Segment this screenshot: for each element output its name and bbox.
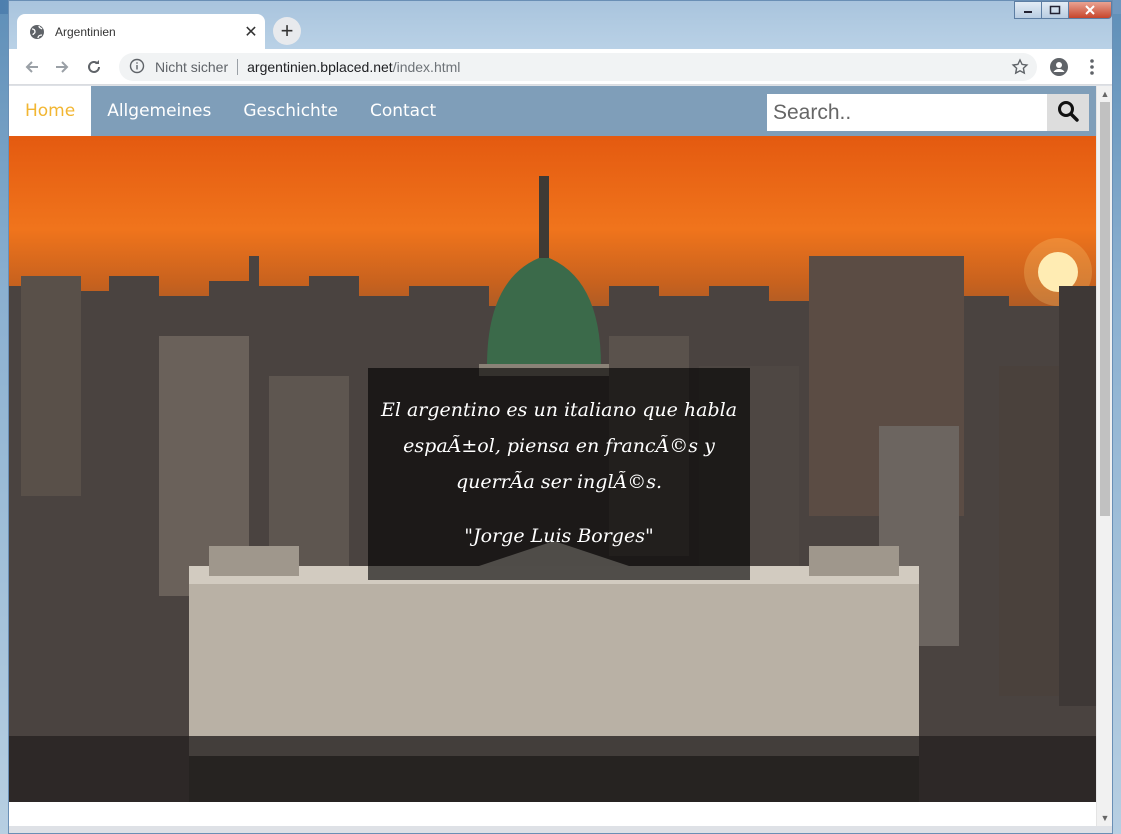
quote-author: "Jorge Luis Borges" [464,525,654,547]
maximize-icon[interactable] [1041,1,1069,19]
quote-line-1: El argentino es un italiano que habla [380,399,738,421]
quote-box: El argentino es un italiano que habla es… [368,368,750,580]
back-arrow-icon[interactable] [21,56,43,78]
page-viewport: Home Allgemeines Geschichte Contact Sear… [9,86,1097,826]
site-navbar: Home Allgemeines Geschichte Contact [9,86,1097,136]
quote-line-2: espaÃ±ol, piensa en francÃ©s y [403,435,715,457]
hero-image-buenos-aires: El argentino es un italiano que habla es… [9,136,1097,802]
scroll-up-arrow-icon[interactable]: ▲ [1097,86,1113,102]
browser-toolbar: Nicht sicher argentinien.bplaced.net /in… [9,49,1112,85]
close-window-icon[interactable] [1068,1,1112,19]
close-tab-icon[interactable]: ✕ [237,22,265,42]
new-tab-button[interactable]: + [273,17,301,45]
tab-argentinien[interactable]: Argentinien ✕ [17,14,265,49]
profile-avatar-icon[interactable] [1048,56,1070,78]
nav-home[interactable]: Home [9,86,92,136]
search-input[interactable] [767,94,1047,131]
nav-geschichte[interactable]: Geschichte [227,86,354,136]
forward-arrow-icon[interactable] [51,56,73,78]
scrollbar-thumb[interactable] [1100,102,1110,516]
browser-window: Argentinien ✕ + Nicht sicher argentinien… [8,0,1113,834]
info-icon[interactable] [129,58,147,76]
nav-allgemeines[interactable]: Allgemeines [91,86,227,136]
search-icon [1057,100,1079,125]
scroll-down-arrow-icon[interactable]: ▼ [1097,810,1113,826]
globe-icon [29,24,45,40]
page-scrollbar[interactable]: ▲ ▼ [1096,86,1112,826]
security-status: Nicht sicher [155,59,229,75]
window-controls [1014,1,1112,21]
search-button[interactable] [1047,94,1089,131]
site-search [767,94,1089,131]
address-bar[interactable]: Nicht sicher argentinien.bplaced.net /in… [119,53,1037,81]
url-host: argentinien.bplaced.net [247,59,393,75]
tab-title: Argentinien [55,24,116,39]
bookmark-star-icon[interactable] [1011,58,1029,76]
quote-line-3: querrÃa ser inglÃ©s. [455,471,663,493]
address-divider [237,59,239,75]
tab-strip: Argentinien ✕ + [9,1,1112,49]
page-bottom-area [9,802,1097,826]
url-path: /index.html [392,59,461,75]
menu-kebab-icon[interactable] [1081,56,1103,78]
minimize-icon[interactable] [1014,1,1042,19]
nav-contact[interactable]: Contact [354,86,452,136]
reload-icon[interactable] [83,56,105,78]
